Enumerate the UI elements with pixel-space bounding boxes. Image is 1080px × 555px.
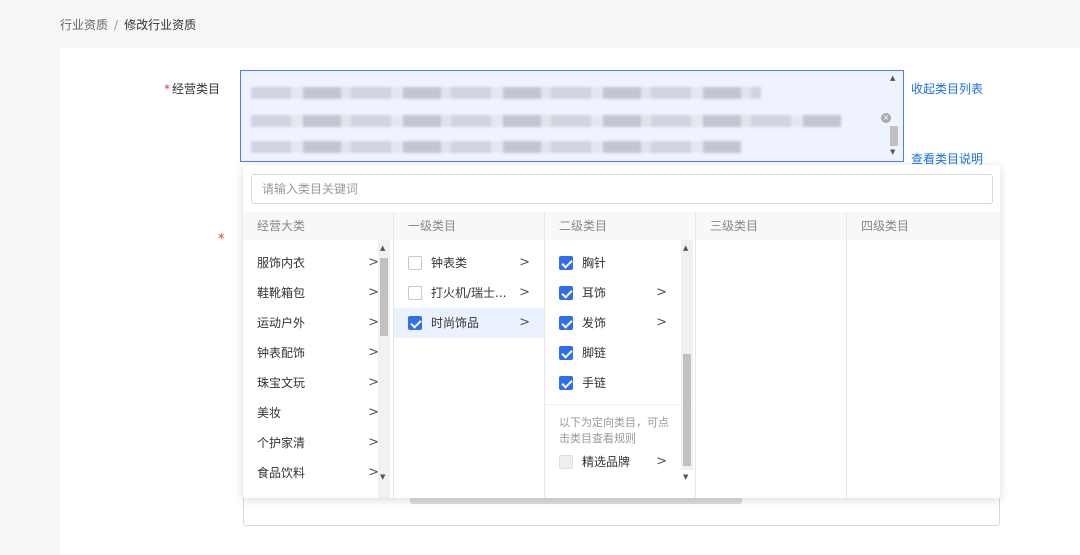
scroll-down-icon[interactable]: ▼ bbox=[890, 148, 895, 156]
list-item[interactable]: 钟表类 > bbox=[394, 248, 544, 278]
list-item-label: 手链 bbox=[582, 376, 607, 390]
column-header: 二级类目 bbox=[545, 212, 695, 240]
breadcrumb: 行业资质 / 修改行业资质 bbox=[60, 16, 196, 33]
column-level-3: 三级类目 bbox=[696, 212, 847, 498]
list-item-label: 钟表配饰 bbox=[257, 346, 306, 360]
collapse-list-link[interactable]: 收起类目列表 bbox=[911, 80, 983, 97]
selected-tags-row bbox=[251, 141, 741, 153]
checkbox[interactable] bbox=[559, 346, 573, 360]
column-header: 经营大类 bbox=[243, 212, 393, 240]
list-item-label: 时尚饰品 bbox=[431, 316, 480, 330]
checkbox[interactable] bbox=[559, 316, 573, 330]
list-item[interactable]: 美妆 > bbox=[243, 398, 393, 428]
list-item[interactable]: 胸针 bbox=[545, 248, 681, 278]
list-item[interactable]: 耳饰 > bbox=[545, 278, 681, 308]
column-level-4: 四级类目 bbox=[847, 212, 1000, 498]
scroll-down-icon[interactable]: ▼ bbox=[380, 473, 385, 481]
list-item-label: 脚链 bbox=[582, 346, 607, 360]
list-item[interactable]: 鞋靴箱包 > bbox=[243, 278, 393, 308]
column-scrollbar[interactable]: ▲ ▼ bbox=[378, 240, 390, 498]
directed-list-item[interactable]: 精选品牌 > bbox=[545, 447, 695, 477]
category-dropdown: 经营大类 服饰内衣>鞋靴箱包>运动户外>钟表配饰>珠宝文玩>美妆>个护家清>食品… bbox=[243, 165, 1000, 498]
list-item-label: 精选品牌 bbox=[582, 455, 631, 469]
list-item[interactable]: 时尚饰品 > bbox=[394, 308, 544, 338]
breadcrumb-parent[interactable]: 行业资质 bbox=[60, 18, 108, 32]
horizontal-scrollbar[interactable] bbox=[410, 498, 742, 504]
scroll-up-icon[interactable]: ▲ bbox=[890, 74, 895, 82]
list-item[interactable]: 手链 bbox=[545, 368, 681, 398]
list-item[interactable]: 珠宝文玩 > bbox=[243, 368, 393, 398]
chevron-right-icon: > bbox=[519, 315, 530, 330]
chevron-right-icon: > bbox=[656, 315, 667, 330]
list-item-label: 鞋靴箱包 bbox=[257, 286, 306, 300]
list-item[interactable]: 脚链 bbox=[545, 338, 681, 368]
selectbox-scrollbar[interactable]: ▲ ▼ bbox=[887, 72, 901, 160]
list-item-label: 食品饮料 bbox=[257, 466, 306, 480]
checkbox[interactable] bbox=[559, 256, 573, 270]
directed-category-note: 以下为定向类目，可点击类目查看规则 bbox=[545, 404, 695, 447]
column-level-2: 二级类目 胸针耳饰 > 发饰 > 脚链手链 以下为定向类目，可点击类目查看规则 精选品牌… bbox=[545, 212, 696, 498]
list-item-label: 个护家清 bbox=[257, 436, 306, 450]
field-label-text: 经营类目 bbox=[172, 82, 221, 96]
column-level-1: 一级类目 钟表类 > 打火机/瑞士... > 时尚饰品 > bbox=[394, 212, 545, 498]
required-mark: * bbox=[164, 82, 170, 96]
chevron-right-icon: > bbox=[519, 255, 530, 270]
list-item-label: 胸针 bbox=[582, 256, 607, 270]
column-header: 三级类目 bbox=[696, 212, 846, 240]
column-business-category: 经营大类 服饰内衣 > 鞋靴箱包 > 运动户外 > 钟表配饰 > 珠宝文玩 > 美妆 > 个护家清 > 食品… bbox=[243, 212, 394, 498]
list-item[interactable]: 运动户外 > bbox=[243, 308, 393, 338]
scroll-thumb[interactable] bbox=[380, 258, 388, 336]
list-item-label: 美妆 bbox=[257, 406, 282, 420]
required-mark-2: * bbox=[218, 232, 225, 247]
column-scrollbar[interactable]: ▲ ▼ bbox=[681, 240, 693, 481]
list-item-label: 发饰 bbox=[582, 316, 607, 330]
scroll-thumb[interactable] bbox=[683, 354, 691, 466]
list-item[interactable]: 发饰 > bbox=[545, 308, 681, 338]
checkbox[interactable] bbox=[559, 455, 573, 469]
checkbox[interactable] bbox=[408, 256, 422, 270]
list-item[interactable]: 服饰内衣 > bbox=[243, 248, 393, 278]
scroll-up-icon[interactable]: ▲ bbox=[683, 244, 688, 252]
chevron-right-icon: > bbox=[656, 454, 667, 469]
list-item-label: 钟表类 bbox=[431, 256, 468, 270]
checkbox[interactable] bbox=[559, 286, 573, 300]
search-input[interactable] bbox=[251, 174, 993, 204]
selected-tags-row bbox=[251, 87, 761, 99]
list-item-label: 耳饰 bbox=[582, 286, 607, 300]
checkbox[interactable] bbox=[559, 376, 573, 390]
scroll-thumb[interactable] bbox=[890, 126, 898, 146]
list-item[interactable]: 个护家清 > bbox=[243, 428, 393, 458]
list-item[interactable]: 钟表配饰 > bbox=[243, 338, 393, 368]
selected-tags-row bbox=[251, 115, 841, 127]
column-header: 一级类目 bbox=[394, 212, 544, 240]
breadcrumb-separator: / bbox=[114, 18, 119, 32]
scroll-down-icon[interactable]: ▼ bbox=[683, 473, 688, 481]
checkbox[interactable] bbox=[408, 316, 422, 330]
list-item-label: 服饰内衣 bbox=[257, 256, 306, 270]
list-item[interactable]: 食品饮料 > bbox=[243, 458, 393, 488]
breadcrumb-current: 修改行业资质 bbox=[124, 18, 197, 32]
field-label: * 经营类目 bbox=[164, 80, 220, 97]
list-item-label: 珠宝文玩 bbox=[257, 376, 306, 390]
scroll-up-icon[interactable]: ▲ bbox=[380, 244, 385, 252]
chevron-right-icon: > bbox=[656, 285, 667, 300]
list-item-label: 打火机/瑞士... bbox=[431, 286, 507, 300]
chevron-right-icon: > bbox=[519, 285, 530, 300]
checkbox[interactable] bbox=[408, 286, 422, 300]
list-item-label: 运动户外 bbox=[257, 316, 306, 330]
selected-categories-box[interactable] bbox=[240, 70, 904, 162]
column-header: 四级类目 bbox=[847, 212, 1000, 240]
list-item[interactable]: 打火机/瑞士... > bbox=[394, 278, 544, 308]
